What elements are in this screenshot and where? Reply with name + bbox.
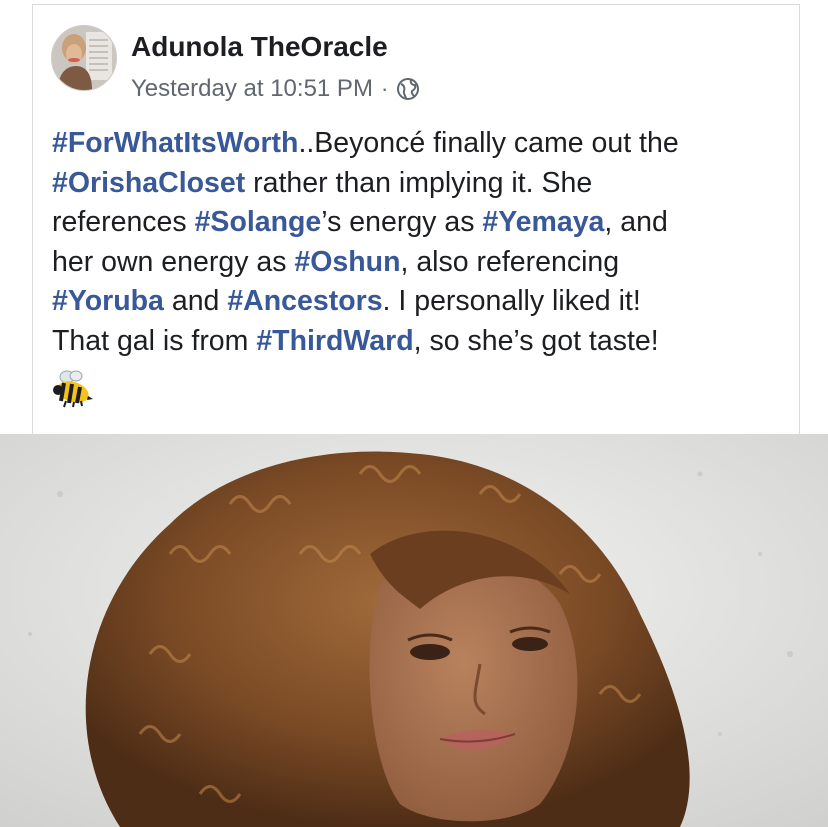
- meta-separator: ·: [380, 76, 389, 101]
- post-text: . I personally liked it!: [382, 285, 641, 317]
- post-body: #ForWhatItsWorth..Beyoncé finally came o…: [52, 124, 792, 361]
- post-text: ..Beyoncé finally came out the: [298, 127, 679, 159]
- hashtag-link[interactable]: #Yoruba: [52, 285, 164, 317]
- globe-icon[interactable]: [396, 77, 420, 101]
- post-meta: Yesterday at 10:51 PM ·: [131, 74, 420, 104]
- post-text: , so she’s got taste!: [413, 324, 659, 357]
- post-text: references: [52, 206, 195, 238]
- post-text-line: That gal is from #ThirdWard, so she’s go…: [52, 322, 792, 362]
- post-text-line: references #Solange’s energy as #Yemaya,…: [52, 203, 792, 243]
- post-text: , and: [604, 206, 668, 238]
- post-text: That gal is from: [52, 324, 257, 357]
- hashtag-link[interactable]: #Yemaya: [482, 206, 604, 238]
- post-text-line: her own energy as #Oshun, also referenci…: [52, 243, 792, 283]
- post-timestamp[interactable]: Yesterday at 10:51 PM: [131, 75, 373, 103]
- post-text-line: #OrishaCloset rather than implying it. S…: [52, 164, 792, 204]
- hashtag-link[interactable]: #ThirdWard: [256, 325, 413, 357]
- hashtag-link[interactable]: #Solange: [195, 206, 322, 238]
- post-text: , also referencing: [400, 245, 620, 278]
- post-text: rather than implying it. She: [245, 166, 593, 199]
- bee-icon: [52, 368, 94, 408]
- post-text: ’s energy as: [321, 206, 483, 238]
- post-text: and: [163, 285, 228, 317]
- avatar[interactable]: [51, 25, 117, 91]
- post-text: her own energy as: [52, 245, 295, 278]
- hashtag-link[interactable]: #Oshun: [294, 246, 400, 278]
- post-text-line: #ForWhatItsWorth..Beyoncé finally came o…: [52, 124, 792, 164]
- hashtag-link[interactable]: #Ancestors: [227, 285, 382, 317]
- hashtag-link[interactable]: #OrishaCloset: [52, 167, 245, 199]
- hashtag-link[interactable]: #ForWhatItsWorth: [52, 127, 298, 159]
- post-text-line: #Yoruba and #Ancestors. I personally lik…: [52, 282, 792, 322]
- post-photo[interactable]: [0, 434, 828, 827]
- author-name[interactable]: Adunola TheOracle: [131, 30, 388, 64]
